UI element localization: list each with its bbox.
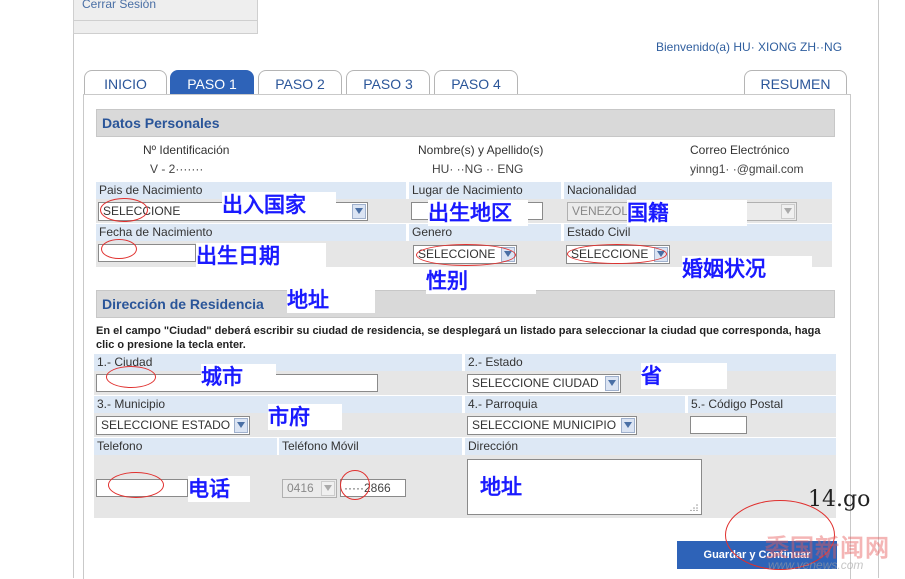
- nationality-label: Nacionalidad: [564, 182, 832, 199]
- annotation-circle: [416, 244, 516, 266]
- annotation-circle: [340, 470, 370, 500]
- name-value: HU· ··NG ·· ENG: [432, 162, 524, 176]
- chevron-down-icon: [605, 376, 619, 391]
- annotation-nationality: 国籍: [627, 200, 747, 226]
- name-label: Nombre(s) y Apellido(s): [418, 143, 544, 157]
- annotation-step-number: 14.go: [808, 487, 871, 512]
- annotation-circle: [106, 366, 156, 388]
- annotation-address-section: 地址: [287, 287, 375, 313]
- annotation-city: 城市: [201, 364, 276, 390]
- tab-paso-2[interactable]: PASO 2: [258, 70, 342, 94]
- annotation-gender: 性别: [426, 268, 536, 294]
- chevron-down-icon: [352, 204, 366, 219]
- mobile-prefix-value: 0416: [287, 481, 314, 495]
- state-value: SELECCIONE CIUDAD: [472, 376, 599, 390]
- email-value: yinng1· ·@gmail.com: [690, 162, 804, 176]
- nationality-value: VENEZOL: [572, 204, 629, 218]
- gender-label: Genero: [409, 224, 561, 241]
- annotation-circle: [101, 239, 137, 259]
- divider: [74, 20, 257, 21]
- left-frame-border: [73, 0, 74, 578]
- chevron-down-icon: [781, 204, 795, 219]
- tab-paso-4[interactable]: PASO 4: [434, 70, 518, 94]
- logout-link[interactable]: Cerrar Sesión: [82, 0, 156, 11]
- session-box: Cerrar Sesión: [73, 0, 258, 34]
- mobile-label: Teléfono Móvil: [279, 438, 462, 455]
- phone-label: Telefono: [94, 438, 277, 455]
- city-label: 1.- Ciudad: [94, 354, 462, 371]
- parish-select[interactable]: SELECCIONE MUNICIPIO: [467, 416, 637, 435]
- postal-code-input[interactable]: [690, 416, 747, 434]
- annotation-circle: [100, 198, 148, 222]
- annotation-birth-country: 出入国家: [222, 192, 336, 218]
- annotation-state: 省: [641, 363, 727, 389]
- personal-section-title: Datos Personales: [96, 109, 835, 137]
- civil-status-label: Estado Civil: [564, 224, 832, 241]
- annotation-municipality: 市府: [268, 404, 342, 430]
- municipality-value: SELECCIONE ESTADO: [101, 418, 231, 432]
- chevron-down-icon: [621, 418, 635, 433]
- annotation-birth-date: 出生日期: [196, 243, 326, 269]
- address-label: Dirección: [465, 438, 836, 455]
- resize-handle-icon[interactable]: [688, 503, 698, 511]
- mobile-prefix-select: 0416: [282, 479, 337, 498]
- right-frame-border: [878, 0, 879, 578]
- chevron-down-icon: [321, 481, 335, 496]
- annotation-circle: [108, 472, 164, 498]
- welcome-text: Bienvenido(a) HU· XIONG ZH··NG: [656, 40, 843, 54]
- postal-code-label: 5.- Código Postal: [688, 396, 836, 413]
- annotation-phone: 电话: [188, 476, 250, 502]
- email-label: Correo Electrónico: [690, 143, 790, 157]
- birth-place-label: Lugar de Nacimiento: [409, 182, 561, 199]
- parish-value: SELECCIONE MUNICIPIO: [472, 418, 617, 432]
- tab-inicio[interactable]: INICIO: [84, 70, 167, 94]
- municipality-select[interactable]: SELECCIONE ESTADO: [96, 416, 250, 435]
- city-instructions: En el campo "Ciudad" deberá escribir su …: [96, 325, 821, 351]
- residence-section-title: Dirección de Residencia: [96, 290, 835, 318]
- tab-resumen[interactable]: RESUMEN: [744, 70, 847, 94]
- annotation-address: 地址: [480, 474, 540, 500]
- annotation-civil-status: 婚姻状况: [682, 256, 812, 282]
- tab-paso-1[interactable]: PASO 1: [170, 70, 254, 94]
- watermark-url: www.venews.com: [768, 558, 864, 572]
- birth-date-label: Fecha de Nacimiento: [96, 224, 406, 241]
- id-value: V - 2·······: [150, 162, 204, 176]
- annotation-birth-place: 出生地区: [428, 200, 528, 226]
- tab-paso-3[interactable]: PASO 3: [346, 70, 430, 94]
- annotation-circle: [567, 244, 667, 264]
- id-label: Nº Identificación: [143, 143, 230, 157]
- chevron-down-icon: [234, 418, 248, 433]
- state-select[interactable]: SELECCIONE CIUDAD: [467, 374, 621, 393]
- parish-label: 4.- Parroquia: [465, 396, 685, 413]
